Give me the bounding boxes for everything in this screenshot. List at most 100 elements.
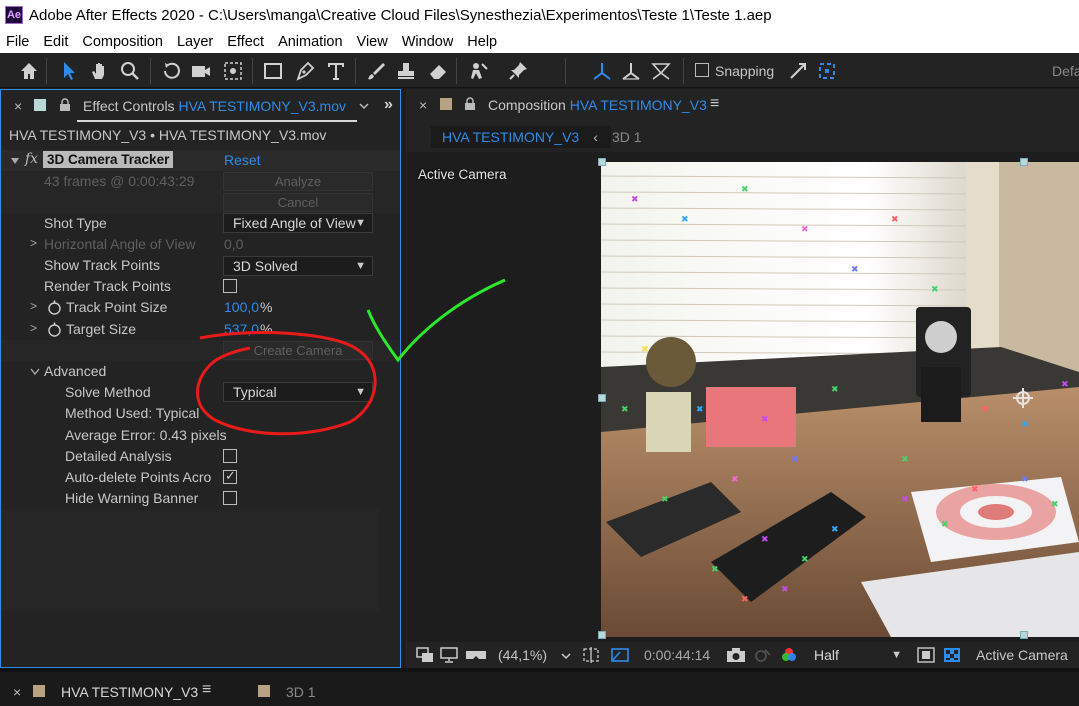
monitor-icon[interactable] [440,647,458,663]
reset-link[interactable]: Reset [224,152,261,168]
effect-controls-tab-label: Effect Controls HVA TESTIMONY_V3.mov [83,98,346,114]
zoom-tool-icon[interactable] [117,59,143,83]
panel-color-swatch [258,685,270,697]
fx-toggle-icon[interactable]: fx [25,151,38,167]
clone-stamp-tool-icon[interactable] [393,59,419,83]
after-effects-app-icon: Ae [5,6,23,24]
grid-guides-icon[interactable] [582,647,600,663]
layer-handle[interactable] [1020,631,1028,639]
region-of-interest-icon[interactable] [917,647,935,663]
footage-frame: ✖ ✖ ✖ ✖ ✖ ✖ ✖ ✖ ✖ ✖ ✖ ✖ ✖ ✖ ✖ ✖ ✖ ✖ ✖ ✖ ✖ ✖ ✖ ✖ ✖ ✖ ✖ ✖ ✖ ✖ [601,162,1079,637]
selection-tool-icon[interactable] [56,59,82,83]
pen-tool-icon[interactable] [292,59,318,83]
menu-edit[interactable]: Edit [36,34,75,50]
auto-delete-checkbox[interactable] [223,468,237,484]
expand-triangle-icon[interactable]: > [30,236,37,250]
brush-tool-icon[interactable] [363,59,389,83]
expand-triangle-icon[interactable]: > [30,321,37,335]
active-camera-overlay: Active Camera [418,167,507,182]
mask-path-visibility-icon[interactable] [610,647,630,663]
transparency-grid-icon[interactable] [943,647,961,663]
layer-dropdown-chevron-icon[interactable] [359,101,369,111]
eraser-tool-icon[interactable] [425,59,451,83]
panel-menu-icon[interactable]: ≡ [202,681,211,699]
local-axis-mode-icon[interactable] [589,59,615,83]
rectangle-tool-icon[interactable] [260,59,286,83]
menu-window[interactable]: Window [395,34,461,50]
menu-view[interactable]: View [350,34,395,50]
collapse-triangle-icon[interactable] [30,367,40,377]
type-tool-icon[interactable] [323,59,349,83]
horizontal-angle-value: 0,0 [224,236,244,252]
show-track-points-row: Show Track Points 3D Solved ▼ [1,255,400,276]
layer-handle[interactable] [598,631,606,639]
menu-animation[interactable]: Animation [271,34,349,50]
current-time[interactable]: 0:00:44:14 [644,647,710,663]
menu-help[interactable]: Help [460,34,504,50]
workspace-label[interactable]: Defa [1052,63,1079,79]
world-axis-mode-icon[interactable] [618,59,644,83]
rotate-tool-icon[interactable] [158,59,184,83]
zoom-level[interactable]: (44,1%) [498,647,547,663]
close-icon[interactable]: × [419,97,427,113]
snap-features-icon[interactable] [785,59,811,83]
puppet-pin-tool-icon[interactable] [505,59,531,83]
analyze-button[interactable]: Analyze [223,172,373,191]
render-track-points-checkbox[interactable] [223,279,237,293]
hide-warning-checkbox[interactable] [223,491,237,505]
effect-header-row[interactable]: fx 3D Camera Tracker Reset [1,150,400,171]
hand-tool-icon[interactable] [86,59,112,83]
layer-handle[interactable] [598,394,606,402]
close-icon[interactable]: × [13,684,21,700]
snapping-checkbox[interactable] [695,63,709,77]
viewer-tab-3d[interactable]: 3D 1 [612,129,642,145]
home-icon[interactable] [16,59,42,83]
detailed-analysis-checkbox[interactable] [223,449,237,463]
roto-brush-tool-icon[interactable] [466,59,492,83]
chevron-left-icon[interactable]: ‹ [593,129,598,145]
cancel-button[interactable]: Cancel [223,193,373,212]
view-axis-mode-icon[interactable] [648,59,674,83]
composition-tab-label[interactable]: Composition HVA TESTIMONY_V3 [488,97,707,113]
menu-layer[interactable]: Layer [170,34,220,50]
menu-composition[interactable]: Composition [75,34,170,50]
camera-tool-icon[interactable] [188,59,214,83]
snapshot-camera-icon[interactable] [726,647,746,663]
show-snapshot-icon[interactable] [752,647,772,663]
layer-handle[interactable] [1020,158,1028,166]
expand-triangle-icon[interactable]: > [30,299,37,313]
stopwatch-icon[interactable] [47,300,62,315]
timeline-tab-3d[interactable]: 3D 1 [286,684,316,700]
hide-warning-row: Hide Warning Banner [1,488,400,509]
panel-menu-icon[interactable]: ≡ [710,95,719,113]
stopwatch-icon[interactable] [47,322,62,337]
collapse-triangle-icon[interactable] [10,156,20,166]
shot-type-dropdown[interactable]: Fixed Angle of View ▼ [223,213,373,233]
snap-edges-icon[interactable] [814,59,840,83]
timeline-tab-hva[interactable]: HVA TESTIMONY_V3 [61,684,198,700]
lock-icon[interactable] [464,97,476,111]
svg-text:✖: ✖ [711,565,719,575]
always-preview-icon[interactable] [416,647,434,663]
show-track-points-dropdown[interactable]: 3D Solved ▼ [223,256,373,276]
viewer-tab-comp[interactable]: HVA TESTIMONY_V3 ‹ [431,126,611,148]
lock-icon[interactable] [59,98,71,112]
close-icon[interactable]: × [14,98,22,114]
color-channels-icon[interactable] [780,646,798,664]
resolution-dropdown[interactable]: Half ▼ [804,645,909,665]
panel-overflow-chevrons-icon[interactable]: » [384,96,393,114]
chevron-down-icon[interactable] [561,651,571,661]
menu-file[interactable]: File [0,34,36,50]
effect-controls-tab[interactable]: × Effect Controls HVA TESTIMONY_V3.mov » [1,90,400,122]
menu-effect[interactable]: Effect [220,34,271,50]
camera-view-dropdown[interactable]: Active Camera [976,647,1068,663]
pan-behind-tool-icon[interactable] [220,59,246,83]
layer-handle[interactable] [598,158,606,166]
composition-viewer[interactable]: Active Camera ✖ ✖ ✖ ✖ ✖ ✖ ✖ ✖ ✖ ✖ ✖ ✖ ✖ … [407,152,1079,642]
svg-text:✖: ✖ [851,265,859,275]
svg-text:✖: ✖ [801,225,809,235]
svg-text:✖: ✖ [981,405,989,415]
vr-goggles-icon[interactable] [465,647,487,663]
track-point-size-value[interactable]: 100,0 [224,299,259,315]
show-track-points-value: 3D Solved [233,258,298,274]
